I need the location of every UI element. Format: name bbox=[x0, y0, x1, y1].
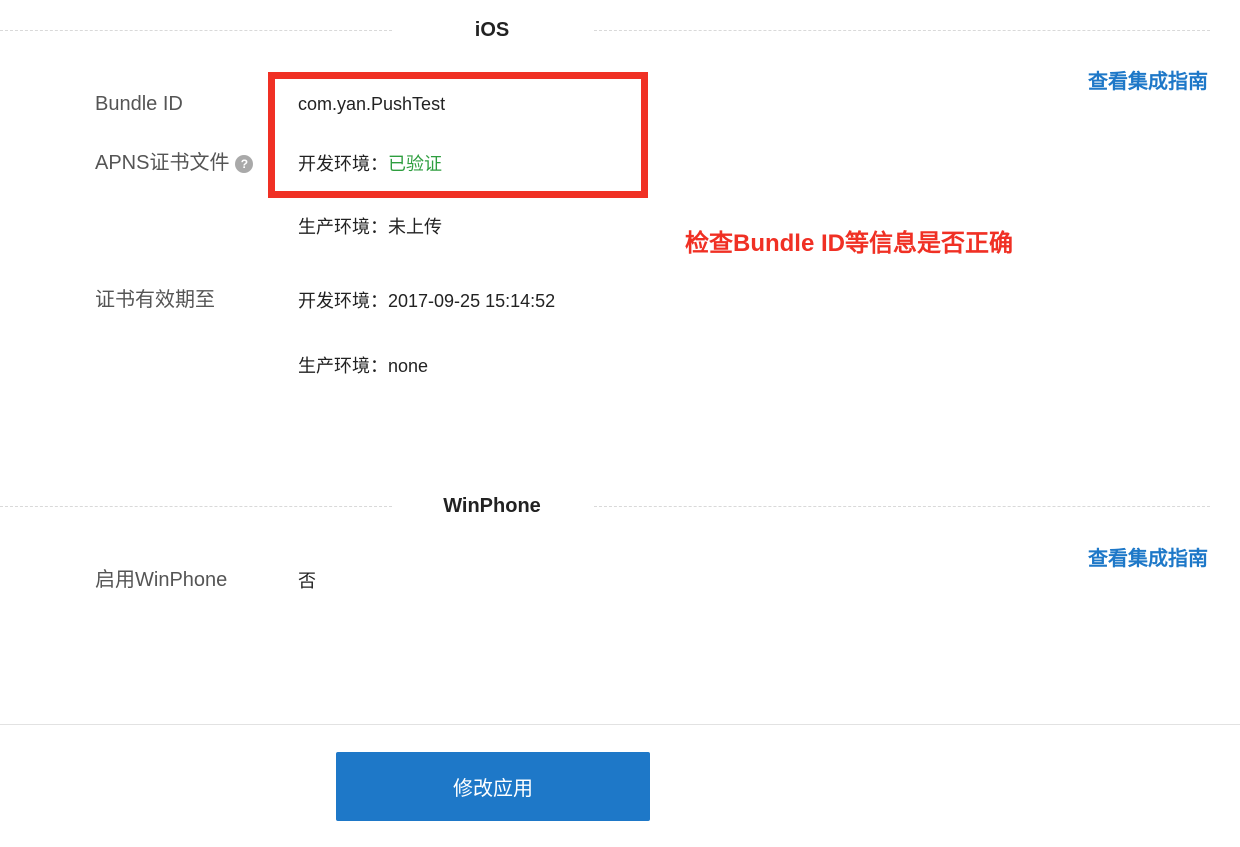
annotation-text: 检查Bundle ID等信息是否正确 bbox=[685, 230, 1013, 257]
divider-line-right bbox=[594, 30, 1210, 31]
enable-winphone-label: 启用WinPhone bbox=[95, 569, 228, 591]
divider-line-right bbox=[594, 506, 1210, 507]
modify-app-button[interactable]: 修改应用 bbox=[336, 752, 650, 821]
cert-expiry-label: 证书有效期至 bbox=[95, 289, 215, 311]
footer-divider bbox=[0, 724, 1240, 725]
ios-integration-guide-link[interactable]: 查看集成指南 bbox=[1088, 65, 1208, 94]
help-icon[interactable]: ? bbox=[235, 155, 254, 173]
apns-cert-label: APNS证书文件? bbox=[95, 151, 254, 175]
divider-line-left bbox=[0, 30, 392, 31]
winphone-section-title: WinPhone bbox=[443, 495, 541, 517]
enable-winphone-value: 否 bbox=[298, 571, 316, 591]
annotation-highlight-box bbox=[268, 72, 648, 198]
winphone-section-divider: WinPhone bbox=[0, 496, 1240, 516]
ios-section-divider: iOS bbox=[0, 20, 1240, 40]
winphone-integration-guide-link[interactable]: 查看集成指南 bbox=[1088, 542, 1208, 571]
apns-cert-label-text: APNS证书文件 bbox=[95, 152, 230, 174]
apns-prod-status: 生产环境：未上传 bbox=[298, 217, 442, 237]
expiry-prod-value: 生产环境：none bbox=[298, 356, 429, 376]
divider-line-left bbox=[0, 506, 392, 507]
bundle-id-label: Bundle ID bbox=[95, 93, 183, 115]
ios-section-title: iOS bbox=[474, 19, 510, 41]
expiry-dev-value: 开发环境：2017-09-25 15:14:52 bbox=[298, 291, 556, 311]
